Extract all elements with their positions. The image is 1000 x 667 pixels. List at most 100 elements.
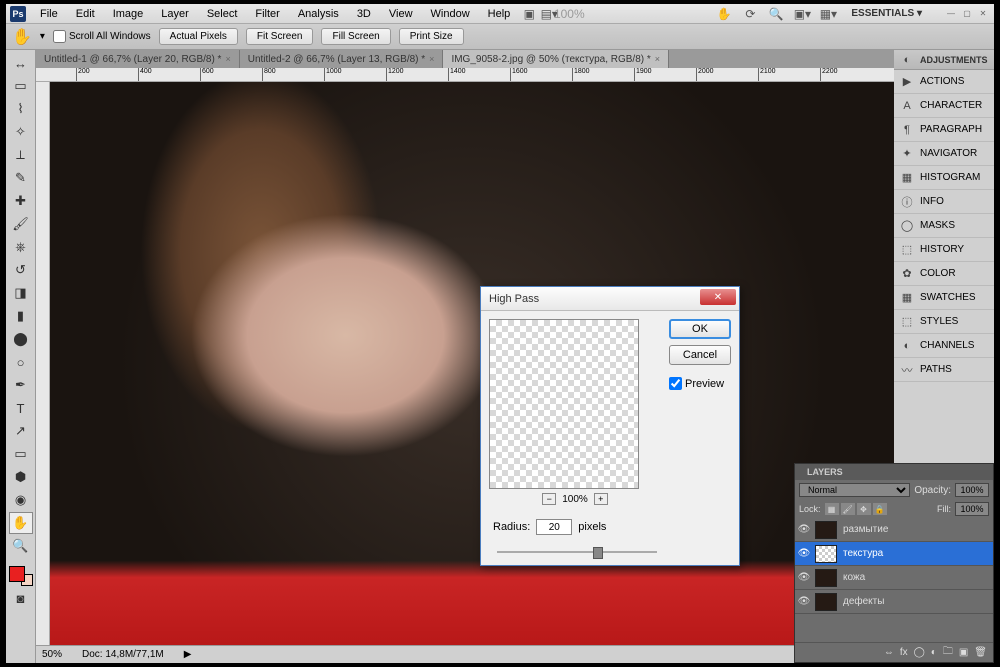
move-tool[interactable]: ↔ xyxy=(9,52,33,74)
new-layer-icon[interactable]: ▣ xyxy=(959,647,968,658)
zoom-out-button[interactable]: − xyxy=(542,493,556,505)
delete-layer-icon[interactable]: 🗑 xyxy=(974,647,987,658)
layer-row[interactable]: 👁размытие xyxy=(795,518,993,542)
brush-tool[interactable]: 🖌 xyxy=(9,213,33,235)
zoom-tool[interactable]: 🔍 xyxy=(9,535,33,557)
layer-row[interactable]: 👁текстура xyxy=(795,542,993,566)
menu-analysis[interactable]: Analysis xyxy=(290,6,347,22)
quickmask-tool[interactable]: ◙ xyxy=(9,587,33,609)
panel-color[interactable]: ✿COLOR xyxy=(894,262,994,286)
close-icon[interactable]: × xyxy=(225,54,230,64)
zoom-icon[interactable]: 🔍 xyxy=(767,5,785,23)
menu-layer[interactable]: Layer xyxy=(153,6,197,22)
actual-pixels-button[interactable]: Actual Pixels xyxy=(159,28,238,45)
menu-select[interactable]: Select xyxy=(199,6,246,22)
fill-field[interactable] xyxy=(955,502,989,516)
close-icon[interactable]: × xyxy=(429,54,434,64)
color-swatches[interactable] xyxy=(9,562,33,586)
menu-view[interactable]: View xyxy=(381,6,421,22)
menu-help[interactable]: Help xyxy=(480,6,519,22)
radius-input[interactable] xyxy=(536,519,572,535)
panel-channels[interactable]: ◐CHANNELS xyxy=(894,334,994,358)
foreground-swatch[interactable] xyxy=(9,566,25,582)
panel-masks[interactable]: ◯MASKS xyxy=(894,214,994,238)
panel-paragraph[interactable]: ¶PARAGRAPH xyxy=(894,118,994,142)
filter-preview[interactable] xyxy=(489,319,639,489)
ok-button[interactable]: OK xyxy=(669,319,731,339)
panel-history[interactable]: ⬚HISTORY xyxy=(894,238,994,262)
lock-position-icon[interactable]: ✥ xyxy=(857,503,871,515)
panel-swatches[interactable]: ▦SWATCHES xyxy=(894,286,994,310)
layer-thumbnail[interactable] xyxy=(815,593,837,611)
tab-img-9058[interactable]: IMG_9058-2.jpg @ 50% (текстура, RGB/8) *… xyxy=(443,50,669,68)
zoom-in-button[interactable]: + xyxy=(594,493,608,505)
zoom-level[interactable]: 100% xyxy=(560,5,578,23)
preview-checkbox[interactable]: Preview xyxy=(669,377,731,390)
lasso-tool[interactable]: ⌇ xyxy=(9,98,33,120)
window-close-icon[interactable]: ✕ xyxy=(976,9,990,19)
blend-mode-select[interactable]: Normal xyxy=(799,483,910,497)
layer-thumbnail[interactable] xyxy=(815,545,837,563)
cancel-button[interactable]: Cancel xyxy=(669,345,731,365)
radius-slider[interactable] xyxy=(497,551,657,553)
canvas[interactable] xyxy=(50,82,894,645)
visibility-icon[interactable]: 👁 xyxy=(797,596,811,607)
menu-filter[interactable]: Filter xyxy=(247,6,287,22)
stamp-tool[interactable]: ⎈ xyxy=(9,236,33,258)
path-tool[interactable]: ↗ xyxy=(9,420,33,442)
fill-screen-button[interactable]: Fill Screen xyxy=(321,28,390,45)
bridge-icon[interactable]: ▣ xyxy=(520,5,538,23)
marquee-tool[interactable]: ▭ xyxy=(9,75,33,97)
layer-thumbnail[interactable] xyxy=(815,521,837,539)
layer-fx-icon[interactable]: fx xyxy=(900,647,908,658)
layer-thumbnail[interactable] xyxy=(815,569,837,587)
screen-mode-icon[interactable]: ▣▾ xyxy=(793,5,811,23)
lock-transparency-icon[interactable]: ▦ xyxy=(825,503,839,515)
adjustment-layer-icon[interactable]: ◐ xyxy=(931,647,937,658)
layer-row[interactable]: 👁дефекты xyxy=(795,590,993,614)
layer-mask-icon[interactable]: ◯ xyxy=(914,647,925,658)
panel-info[interactable]: ⓘINFO xyxy=(894,190,994,214)
adjustments-panel-header[interactable]: ◐ADJUSTMENTS xyxy=(894,50,994,70)
visibility-icon[interactable]: 👁 xyxy=(797,548,811,559)
lock-all-icon[interactable]: 🔒 xyxy=(873,503,887,515)
menu-3d[interactable]: 3D xyxy=(349,6,379,22)
window-maximize-icon[interactable]: ▢ xyxy=(960,9,974,19)
panel-styles[interactable]: ⬚STYLES xyxy=(894,310,994,334)
panel-navigator[interactable]: ✦NAVIGATOR xyxy=(894,142,994,166)
opacity-field[interactable] xyxy=(955,483,989,497)
shape-tool[interactable]: ▭ xyxy=(9,443,33,465)
menu-edit[interactable]: Edit xyxy=(68,6,103,22)
visibility-icon[interactable]: 👁 xyxy=(797,524,811,535)
layers-tab[interactable]: LAYERS xyxy=(801,467,849,477)
dialog-close-button[interactable]: ✕ xyxy=(700,289,736,305)
panel-actions[interactable]: ▶ACTIONS xyxy=(894,70,994,94)
3d-tool[interactable]: ⬢ xyxy=(9,466,33,488)
history-brush-tool[interactable]: ↺ xyxy=(9,259,33,281)
panel-histogram[interactable]: ▦HISTOGRAM xyxy=(894,166,994,190)
pen-tool[interactable]: ✒ xyxy=(9,374,33,396)
rotate-icon[interactable]: ⟳ xyxy=(741,5,759,23)
dodge-tool[interactable]: ○ xyxy=(9,351,33,373)
status-arrow-icon[interactable]: ▶ xyxy=(184,649,192,660)
blur-tool[interactable]: ⬤ xyxy=(9,328,33,350)
panel-paths[interactable]: 〰PATHS xyxy=(894,358,994,382)
window-minimize-icon[interactable]: — xyxy=(944,9,958,19)
eyedropper-tool[interactable]: ✎ xyxy=(9,167,33,189)
menu-file[interactable]: File xyxy=(32,6,66,22)
crop-tool[interactable]: ⟂ xyxy=(9,144,33,166)
grid-icon[interactable]: ▦▾ xyxy=(819,5,837,23)
hand-tool[interactable]: ✋ xyxy=(9,512,33,534)
panel-character[interactable]: ACHARACTER xyxy=(894,94,994,118)
menu-window[interactable]: Window xyxy=(423,6,478,22)
visibility-icon[interactable]: 👁 xyxy=(797,572,811,583)
tab-untitled-1[interactable]: Untitled-1 @ 66,7% (Layer 20, RGB/8) *× xyxy=(36,50,240,68)
print-size-button[interactable]: Print Size xyxy=(399,28,464,45)
workspace-switcher[interactable]: ESSENTIALS ▾ xyxy=(845,8,928,19)
type-tool[interactable]: T xyxy=(9,397,33,419)
menu-image[interactable]: Image xyxy=(105,6,152,22)
lock-pixels-icon[interactable]: 🖌 xyxy=(841,503,855,515)
heal-tool[interactable]: ✚ xyxy=(9,190,33,212)
link-layers-icon[interactable]: ⇔ xyxy=(884,647,894,658)
layer-group-icon[interactable]: 🗀 xyxy=(943,644,953,661)
